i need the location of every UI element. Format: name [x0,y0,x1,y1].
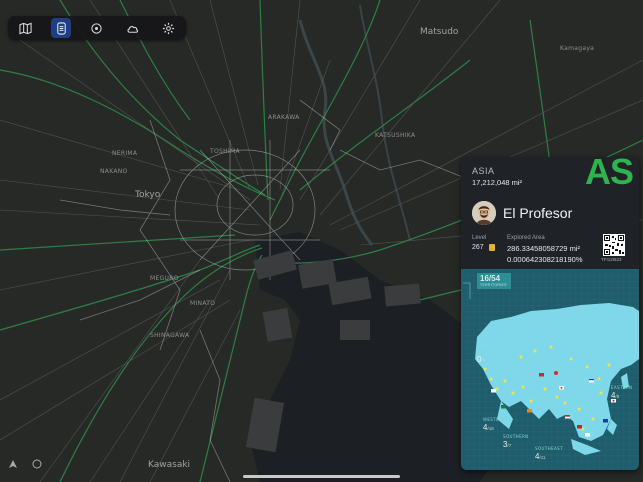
subregion-name: CENTRAL [477,349,499,354]
level-badge-icon [489,244,495,251]
map-label-kamagaya: Kamagaya [560,45,595,52]
avatar-illustration [472,201,496,225]
level-value: 267 [472,244,484,251]
map-label-toshima: TOSHIMA [210,148,240,155]
locate-button[interactable] [87,18,107,38]
user-name: El Profesor [503,205,573,221]
stack-icon [57,21,66,35]
territory-label: TERRITORIES [480,283,507,287]
layers-button[interactable] [51,18,72,38]
region-name: ASIA [472,166,495,176]
territory-panel[interactable]: 16/54 TERRITORIES CENTRAL 0/5 WESTERN 4/… [461,269,639,470]
map-label-arakawa: ARAKAWA [268,114,300,121]
map-label-tokyo: Tokyo [135,190,161,200]
subregion-count: 4/18 [483,423,494,432]
cloud-icon [127,25,139,33]
explored-percent: 0.000642308218190% [507,255,583,264]
avatar[interactable] [472,201,496,225]
level-label: Level [472,235,487,241]
explored-label: Explored Area [507,235,545,241]
map-label-nakano: NAKANO [100,168,128,175]
region-area: 17,212,048 mi² [472,178,523,187]
explored-area: 286.33458058729 mi² [507,244,580,253]
home-indicator[interactable] [243,475,400,478]
subregion-name: EASTERN [611,385,633,390]
compass-icon[interactable] [32,459,42,469]
subregion-count: 3/7 [503,440,512,449]
map-label-shinagawa: SHINAGAWA [150,332,190,339]
gear-icon [162,22,174,34]
map-label-minato: MINATO [190,300,216,307]
map-toolbar [8,16,186,40]
map-icon [19,22,32,34]
map-label-meguro: MEGURO [150,275,179,282]
subregion-count: 4/11 [535,452,546,461]
weather-button[interactable] [123,18,143,38]
subregion-count: 0/5 [477,355,486,364]
region-card[interactable]: ASIA 17,212,048 mi² AS El Profesor Level… [461,157,639,470]
qr-code-icon[interactable] [603,234,625,256]
subregion-name: SOUTHEAST [535,446,563,451]
arrow-icon[interactable] [8,459,18,469]
settings-button[interactable] [158,18,178,38]
map-corner-controls [8,459,42,469]
subregion-name: SOUTHERN [503,434,529,439]
map-label-katsushika: KATSUSHIKA [375,132,416,139]
map-mode-button[interactable] [16,18,36,38]
map-label-kawasaki: Kawasaki [148,460,191,470]
asia-territory-map [461,269,639,470]
region-code: AS [584,157,634,192]
qr-code-text: TFI12I623 [601,257,622,262]
locate-icon [91,22,103,34]
map-label-nerima: NERIMA [112,150,138,157]
territory-count: 16/54 [480,274,501,283]
subregion-name: WESTERN [483,417,506,422]
map-label-matsudo: Matsudo [420,27,459,37]
subregion-count: 4/8 [611,391,620,400]
